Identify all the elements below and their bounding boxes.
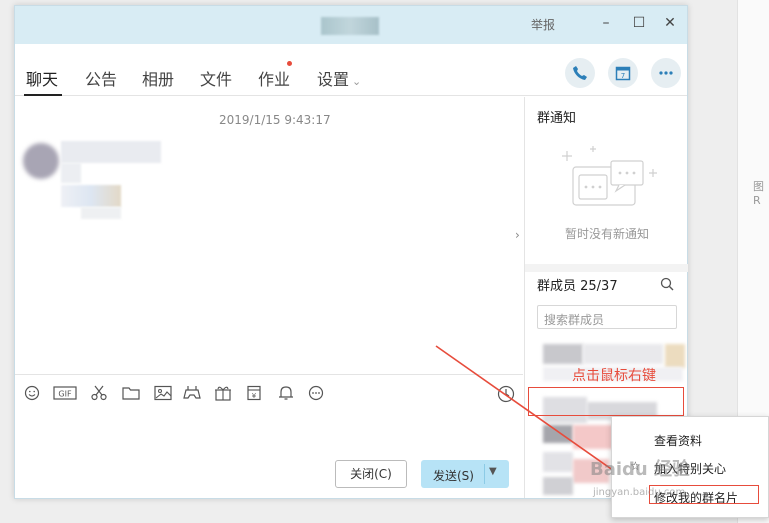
menu-item-view-profile[interactable]: 查看资料: [654, 432, 702, 449]
baidu-watermark: Baidu 经验: [590, 459, 691, 480]
baidu-watermark-url: jingyan.baidu.com: [593, 487, 686, 498]
annotation-label: 点击鼠标右键: [572, 368, 656, 384]
annotation-highlight-box: [528, 387, 684, 416]
desktop-background: 图R 举报 – ☐ ✕ 聊天 公告 相册 文件 作业 设置 ⌄ 7 2019/1…: [0, 0, 769, 523]
